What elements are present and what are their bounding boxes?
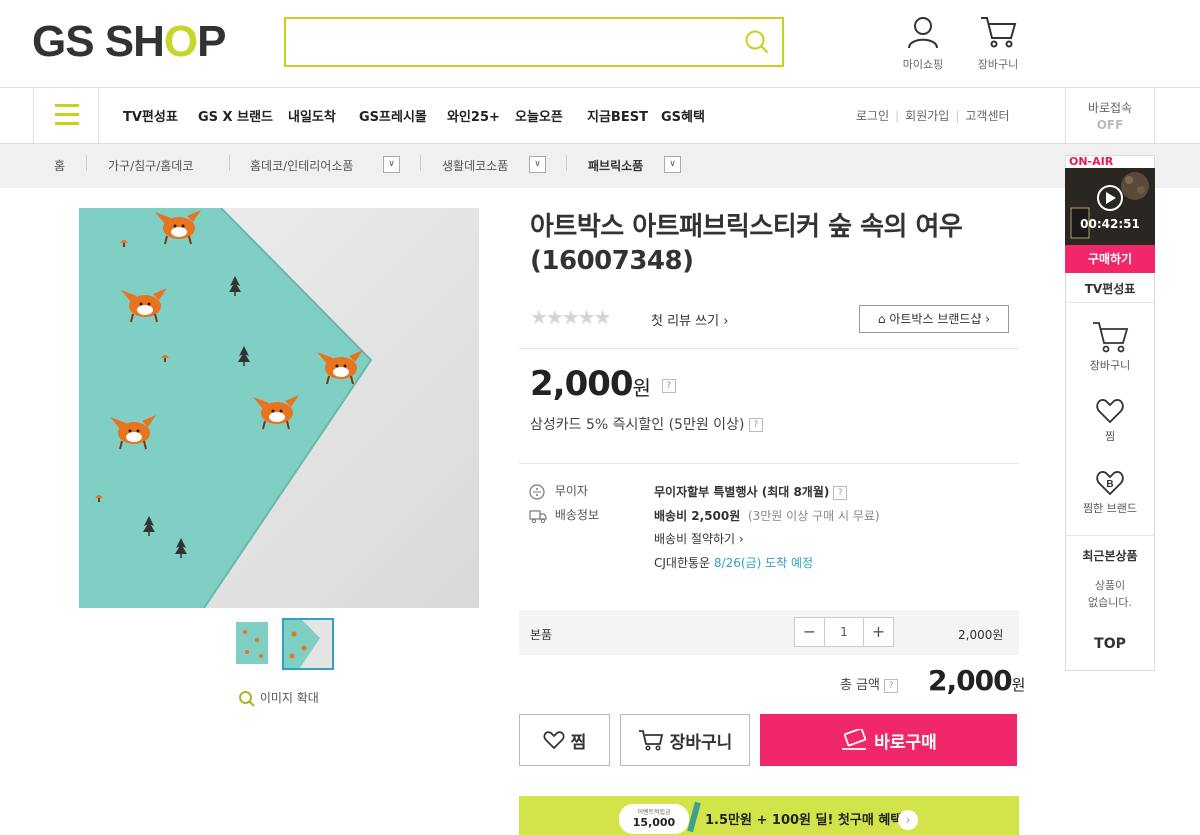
- customer-center-link[interactable]: 고객센터: [965, 109, 1009, 123]
- installment-icon: [529, 483, 545, 500]
- heart-icon: [1096, 399, 1124, 424]
- side-wish-link[interactable]: 찜: [1065, 397, 1155, 444]
- quick-access-toggle[interactable]: 바로접속 OFF: [1065, 87, 1155, 143]
- category-menu-button[interactable]: [33, 87, 99, 143]
- header-cart-label: 장바구니: [977, 58, 1019, 71]
- recent-items-empty: 상품이 없습니다.: [1088, 579, 1132, 609]
- nav-gs-fresh-mall[interactable]: GS프레시몰: [359, 106, 427, 125]
- write-review-link[interactable]: 첫 리뷰 쓰기 ›: [651, 310, 728, 329]
- product-main-image[interactable]: [79, 208, 479, 608]
- brand-shop-button[interactable]: ⌂ 아트박스 브랜드샵 ›: [859, 305, 1009, 333]
- home-icon: ⌂: [877, 312, 886, 326]
- my-shopping-label: 마이쇼핑: [902, 58, 944, 71]
- promo-badge: 이벤트적립금 15,000: [619, 804, 689, 834]
- installment-help-icon[interactable]: ?: [833, 485, 848, 500]
- brand-heart-icon: B: [1096, 471, 1124, 496]
- truck-icon: [529, 509, 547, 523]
- product-thumbnail-2[interactable]: [282, 618, 334, 670]
- nav-wine25[interactable]: 와인25+: [447, 106, 500, 125]
- nav-gs-benefit[interactable]: GS혜택: [661, 106, 705, 125]
- login-link[interactable]: 로그인: [856, 109, 889, 123]
- user-icon: [908, 17, 938, 49]
- card-help-icon[interactable]: ?: [748, 418, 763, 432]
- buy-now-button[interactable]: 바로구매: [760, 714, 1017, 766]
- breadcrumb-home-deco[interactable]: 홈데코/인테리어소품: [250, 157, 353, 174]
- cart-icon: [638, 730, 663, 751]
- selected-option-row: [519, 610, 1019, 655]
- nav-today-open[interactable]: 오늘오픈: [515, 106, 563, 125]
- scroll-top-button[interactable]: TOP: [1065, 636, 1155, 652]
- heart-icon: [543, 731, 565, 750]
- total-label: 총 금액 ?: [840, 674, 899, 693]
- product-price: 2,000원 ?: [530, 364, 676, 404]
- promo-text: 1.5만원 + 100원 딜! 첫구매 혜택: [705, 813, 903, 828]
- live-buy-button[interactable]: 구매하기: [1065, 245, 1155, 273]
- product-title: 아트박스 아트패브릭스티커 숲 속의 여우 (16007348): [530, 212, 963, 276]
- signup-link[interactable]: 회원가입: [905, 109, 949, 123]
- quick-access-label: 바로접속: [1087, 101, 1133, 115]
- side-cart-link[interactable]: 장바구니: [1065, 320, 1155, 373]
- installment-info: 무이자할부 특별행사 (최대 8개월) ?: [654, 483, 848, 500]
- chevron-down-icon[interactable]: ∨: [383, 156, 400, 173]
- breadcrumb-furniture[interactable]: 가구/침구/홈데코: [108, 157, 193, 174]
- card-icon: [842, 729, 867, 750]
- account-links: 로그인 | 회원가입 | 고객센터: [856, 109, 1010, 123]
- product-thumbnail-1[interactable]: [231, 618, 283, 670]
- svg-text:B: B: [1106, 479, 1113, 490]
- nav-tomorrow-delivery[interactable]: 내일도착: [288, 106, 336, 125]
- chevron-down-icon[interactable]: ∨: [529, 156, 546, 173]
- live-tv-thumbnail[interactable]: 00:42:51: [1065, 168, 1155, 245]
- nav-gs-x-brand[interactable]: GS X 브랜드: [198, 106, 273, 125]
- price-help-icon[interactable]: ?: [661, 378, 676, 393]
- wish-button[interactable]: 찜: [519, 714, 610, 766]
- search-input[interactable]: [286, 19, 726, 65]
- side-wish-brand-link[interactable]: B 찜한 브랜드: [1065, 469, 1155, 516]
- search-icon[interactable]: [744, 29, 770, 59]
- qty-plus-button[interactable]: +: [863, 618, 893, 646]
- rating-stars: ★★★★★: [530, 305, 612, 329]
- image-zoom-link[interactable]: 이미지 확대: [238, 689, 319, 708]
- first-purchase-banner[interactable]: 이벤트적립금 15,000 1.5만원 + 100원 딜! 첫구매 혜택 ›: [519, 796, 1019, 835]
- cart-icon: [981, 17, 1017, 48]
- total-help-icon[interactable]: ?: [884, 678, 899, 693]
- on-air-label: ON-AIR: [1069, 155, 1114, 168]
- chevron-down-icon[interactable]: ∨: [664, 156, 681, 173]
- cart-icon: [1093, 322, 1129, 353]
- live-timer: 00:42:51: [1080, 217, 1140, 231]
- shipping-save-link[interactable]: 배송비 절약하기 ›: [654, 530, 744, 547]
- qty-minus-button[interactable]: −: [795, 618, 825, 646]
- add-to-cart-button[interactable]: 장바구니: [620, 714, 750, 766]
- total-amount: 2,000원: [928, 664, 1026, 697]
- chevron-right-icon: ›: [898, 810, 918, 830]
- nav-tv-schedule[interactable]: TV편성표: [123, 106, 178, 125]
- nav-now-best[interactable]: 지금BEST: [587, 106, 648, 125]
- tv-schedule-link[interactable]: TV편성표: [1065, 280, 1155, 297]
- installment-label: 무이자: [529, 482, 588, 500]
- option-price: 2,000원: [958, 628, 1004, 642]
- shipping-fee: 배송비 2,500원 (3만원 이상 구매 시 무료): [654, 509, 880, 523]
- gs-shop-logo[interactable]: GS SHOP: [32, 20, 227, 64]
- breadcrumb-fabric[interactable]: 패브릭소품: [588, 157, 643, 174]
- header-cart-link[interactable]: 장바구니: [972, 15, 1024, 72]
- quick-access-state: OFF: [1096, 118, 1124, 132]
- image-zoom-label: 이미지 확대: [259, 691, 319, 705]
- option-name: 본품: [530, 628, 553, 642]
- search-box[interactable]: [284, 17, 784, 67]
- breadcrumb-living-deco[interactable]: 생활데코소품: [442, 157, 508, 174]
- my-shopping-link[interactable]: 마이쇼핑: [897, 15, 949, 72]
- breadcrumb-home[interactable]: 홈: [54, 157, 65, 174]
- delivery-label: 배송정보: [529, 506, 599, 524]
- qty-value[interactable]: 1: [825, 618, 863, 646]
- arrival-info: CJ대한통운 8/26(금) 도착 예정: [654, 556, 814, 570]
- recent-items-title: 최근본상품: [1082, 549, 1138, 563]
- zoom-icon: [239, 690, 255, 707]
- promo-bottle-icon: [687, 801, 701, 833]
- quantity-stepper[interactable]: − 1 +: [794, 617, 894, 647]
- card-discount: 삼성카드 5% 즉시할인 (5만원 이상) ?: [530, 414, 763, 434]
